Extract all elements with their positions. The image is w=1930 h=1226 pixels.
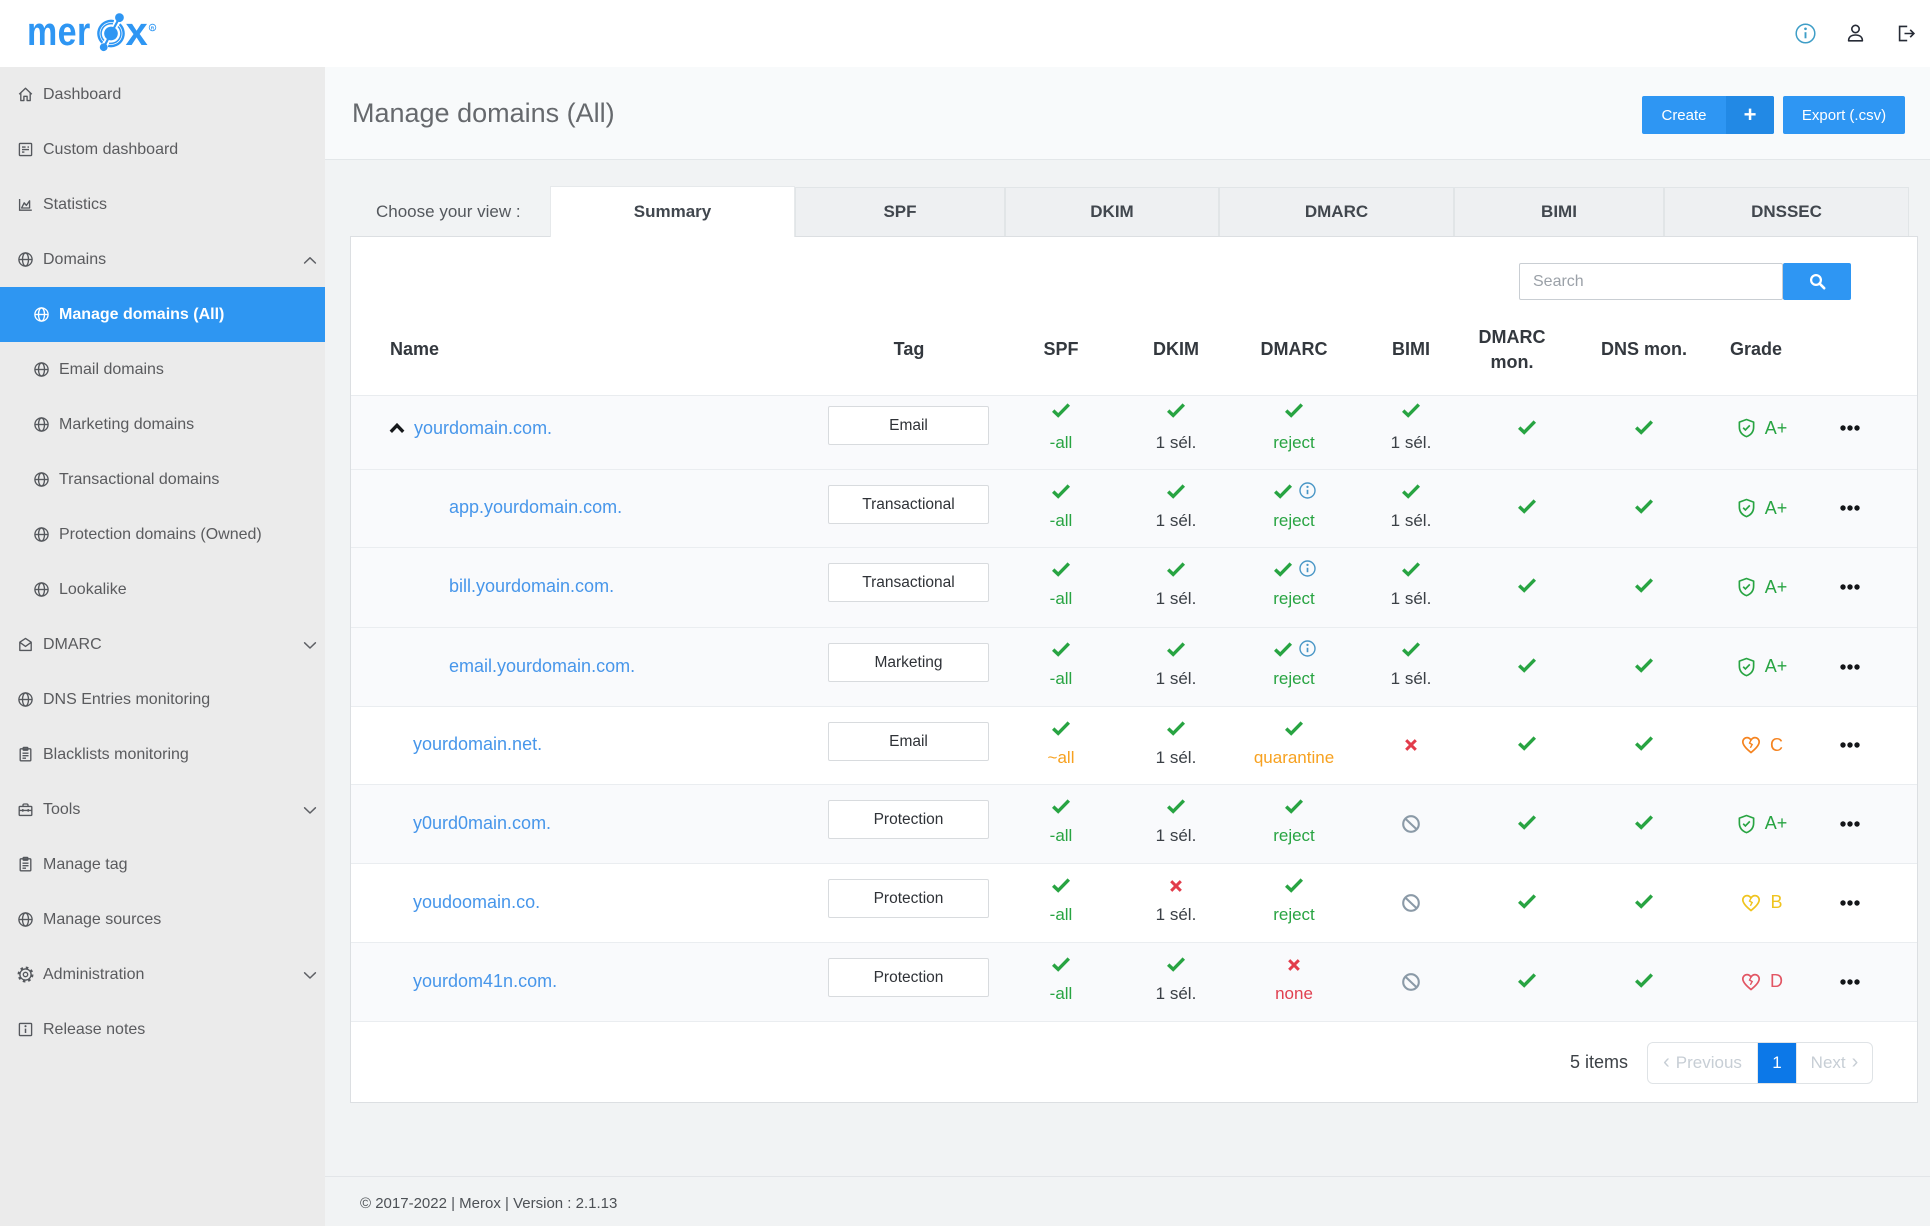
svg-text:mer: mer xyxy=(27,8,91,53)
svg-text:R: R xyxy=(151,25,155,31)
svg-text:x: x xyxy=(126,10,148,54)
